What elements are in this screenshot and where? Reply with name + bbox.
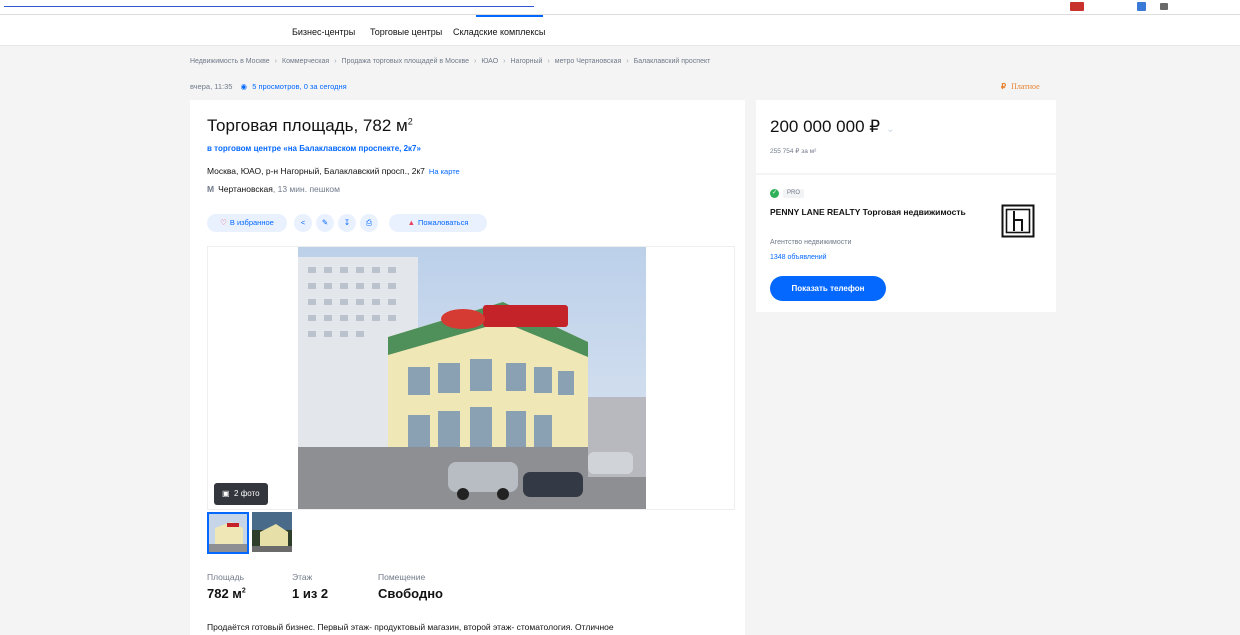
top-strip <box>0 0 1240 15</box>
spec-area: Площадь 782 м2 <box>207 572 246 601</box>
price-card: 200 000 000 ₽ ⌄ 255 754 ₽ за м² <box>756 100 1056 173</box>
breadcrumb-item[interactable]: метро Чертановская <box>555 58 622 65</box>
share-icon: < <box>300 218 306 227</box>
tab-warehouse-complexes[interactable]: Складские комплексы <box>453 27 545 37</box>
breadcrumb-item[interactable]: Балаклавский проспект <box>634 58 711 65</box>
photo-gallery: ▣ 2 фото <box>207 246 735 510</box>
heart-icon: ♡ <box>220 218 227 227</box>
menu-icon[interactable] <box>1160 3 1168 10</box>
paid-badge[interactable]: ₽ Платное <box>1001 82 1040 91</box>
share-button[interactable]: < <box>294 214 312 232</box>
tab-business-centers[interactable]: Бизнес-центры <box>292 27 355 37</box>
metro-info: M Чертановская, 13 мин. пешком <box>207 184 340 194</box>
spec-value: Свободно <box>378 586 443 601</box>
breadcrumb-item[interactable]: Недвижимость в Москве <box>190 58 270 65</box>
pencil-icon: ✎ <box>321 218 329 227</box>
chevron-right-icon: › <box>626 58 629 65</box>
thumbnail[interactable] <box>207 512 249 554</box>
chevron-right-icon: › <box>503 58 506 65</box>
breadcrumb-item[interactable]: ЮАО <box>481 58 498 65</box>
agency-name[interactable]: PENNY LANE REALTY Торговая недвижимость <box>770 206 970 219</box>
metro-icon: M <box>207 184 215 194</box>
description: Продаётся готовый бизнес. Первый этаж- п… <box>207 622 614 632</box>
spec-premises: Помещение Свободно <box>378 572 443 601</box>
pro-label: PRO <box>783 189 805 199</box>
subnav: Бизнес-центры Торговые центры Складские … <box>0 15 1240 46</box>
warning-icon: ▲ <box>407 218 416 227</box>
photo-count-label: 2 фото <box>234 489 260 498</box>
main-photo[interactable] <box>298 247 646 509</box>
show-phone-button[interactable]: Показать телефон <box>770 276 886 301</box>
chevron-right-icon: › <box>334 58 337 65</box>
favorite-button[interactable]: ♡ В избранное <box>207 214 287 232</box>
spec-label: Площадь <box>207 572 245 582</box>
complain-label: Пожаловаться <box>418 218 469 227</box>
chevron-right-icon: › <box>474 58 477 65</box>
favorite-label: В избранное <box>229 218 274 227</box>
paid-label: Платное <box>1011 82 1040 91</box>
address: Москва, ЮАО, р-н Нагорный, Балаклавский … <box>207 166 460 176</box>
price-value: 200 000 000 ₽ <box>770 117 881 136</box>
agency-listings-link[interactable]: 1348 объявлений <box>770 254 827 261</box>
breadcrumb: Недвижимость в Москве › Коммерческая › Прода… <box>190 58 710 65</box>
tab-shopping-centers[interactable]: Торговые центры <box>370 27 442 37</box>
thumbnail-image <box>252 512 292 552</box>
listing-meta: вчера, 11:35 ◉ 5 просмотров, 0 за сегодн… <box>190 82 347 91</box>
complain-button[interactable]: ▲ Пожаловаться <box>389 214 487 232</box>
photo-count-button[interactable]: ▣ 2 фото <box>214 483 268 505</box>
chevron-right-icon: › <box>274 58 278 65</box>
shopping-center-link[interactable]: в торговом центре «на Балаклавском просп… <box>207 144 421 153</box>
map-link[interactable]: На карте <box>429 167 460 176</box>
breadcrumb-item[interactable]: Нагорный <box>511 58 543 65</box>
spec-label: Помещение <box>378 572 426 582</box>
breadcrumb-item[interactable]: Коммерческая <box>282 58 329 65</box>
pro-badge: ✓ PRO <box>770 185 805 203</box>
page-title: Торговая площадь, 782 м2 <box>207 116 413 135</box>
check-icon: ✓ <box>770 189 779 199</box>
listing-card: Торговая площадь, 782 м2 в торговом цент… <box>190 100 745 635</box>
spec-value: 782 м2 <box>207 586 246 601</box>
address-text: Москва, ЮАО, р-н Нагорный, Балаклавский … <box>207 166 425 176</box>
metro-time: , 13 мин. пешком <box>272 184 340 194</box>
thumbnail-image <box>209 514 247 552</box>
agent-card: ✓ PRO PENNY LANE REALTY Торговая недвижим… <box>756 175 1056 312</box>
building-photo <box>298 247 646 509</box>
spec-value: 1 из 2 <box>292 586 329 601</box>
spec-floor: Этаж 1 из 2 <box>292 572 328 601</box>
agency-logo-icon <box>1001 204 1035 238</box>
notification-icon[interactable] <box>1070 2 1084 11</box>
camera-icon: ▣ <box>222 489 230 498</box>
printer-icon: ⎙ <box>366 218 372 227</box>
eye-icon: ◉ <box>240 82 248 91</box>
chevron-down-icon[interactable]: ⌄ <box>886 124 894 135</box>
listing-date: вчера, 11:35 <box>190 82 233 91</box>
chevron-right-icon: › <box>547 58 550 65</box>
spec-label: Этаж <box>292 572 313 582</box>
download-button[interactable]: ↧ <box>338 214 356 232</box>
active-tab-indicator <box>476 15 543 17</box>
views-link[interactable]: 5 просмотров, 0 за сегодня <box>252 82 347 91</box>
top-link-underline[interactable] <box>4 6 534 7</box>
bookmark-icon[interactable] <box>1137 2 1146 11</box>
price: 200 000 000 ₽ ⌄ <box>770 117 894 137</box>
agency-logo[interactable] <box>1001 204 1035 238</box>
print-button[interactable]: ⎙ <box>360 214 378 232</box>
edit-button[interactable]: ✎ <box>316 214 334 232</box>
thumbnail[interactable] <box>252 512 292 552</box>
metro-station[interactable]: Чертановская <box>218 184 273 194</box>
agency-type: Агентство недвижимости <box>770 239 852 246</box>
download-icon: ↧ <box>343 218 351 227</box>
breadcrumb-item[interactable]: Продажа торговых площадей в Москве <box>342 58 469 65</box>
price-per-meter: 255 754 ₽ за м² <box>770 148 817 155</box>
ruble-icon: ₽ <box>1001 82 1007 91</box>
